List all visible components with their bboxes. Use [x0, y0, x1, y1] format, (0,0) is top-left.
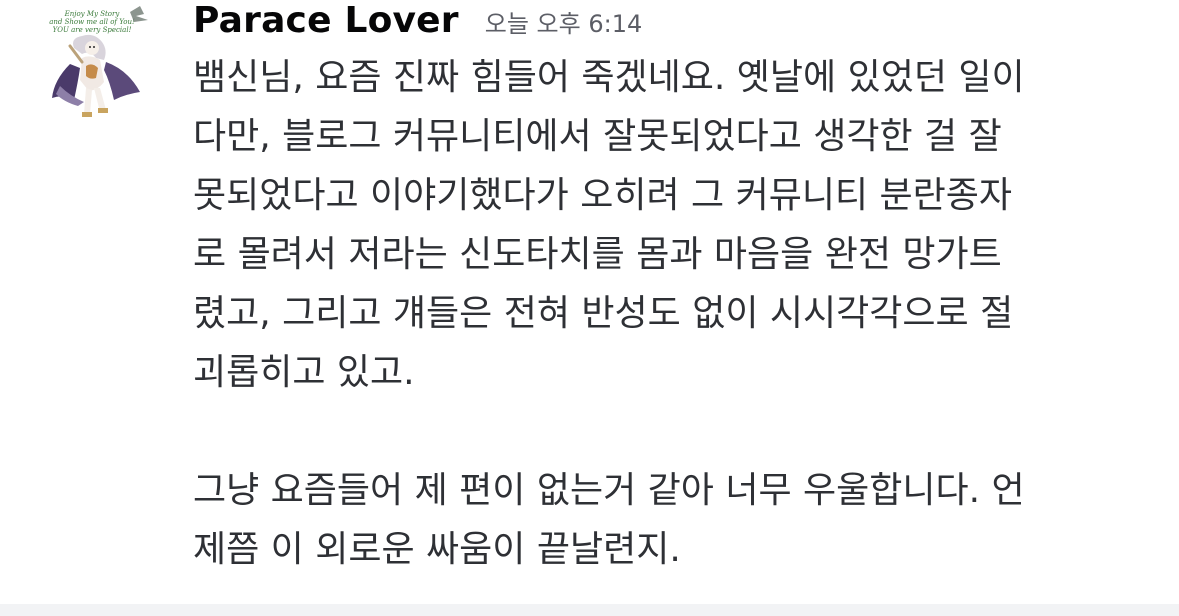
avatar[interactable]: Enjoy My Story and Show me all of You! Y… [30, 2, 156, 120]
message-content: Parace Lover 오늘 오후 6:14 뱀신님, 요즘 진짜 힘들어 죽… [193, 0, 1163, 579]
message-paragraph: 뱀신님, 요즘 진짜 힘들어 죽겠네요. 옛날에 있었던 일이 다만, 블로그 … [193, 48, 1163, 402]
message-line: 렸고, 그리고 걔들은 전혀 반성도 없이 시시각각으로 절 [193, 293, 1014, 334]
message-line: 다만, 블로그 커뮤니티에서 잘못되었다고 생각한 걸 잘 [193, 116, 1002, 157]
svg-text:and Show me all of You!: and Show me all of You! [49, 18, 135, 26]
message-header: Parace Lover 오늘 오후 6:14 [193, 0, 1163, 42]
avatar-caption: Enjoy My Story and Show me all of You! Y… [49, 10, 135, 34]
avatar-image: Enjoy My Story and Show me all of You! Y… [49, 6, 148, 117]
message-body: 뱀신님, 요즘 진짜 힘들어 죽겠네요. 옛날에 있었던 일이 다만, 블로그 … [193, 48, 1163, 579]
message-line: 괴롭히고 있고. [193, 352, 415, 393]
svg-text:Enjoy My Story: Enjoy My Story [64, 10, 121, 18]
message-line: 그냥 요즘들어 제 편이 없는거 같아 너무 우울합니다. 언 [193, 470, 1025, 511]
divider-strip [0, 604, 1179, 616]
message-paragraph: 그냥 요즘들어 제 편이 없는거 같아 너무 우울합니다. 언 제쯤 이 외로운… [193, 461, 1163, 579]
message-line: 제쯤 이 외로운 싸움이 끝날련지. [193, 529, 681, 570]
message-line: 로 몰려서 저라는 신도타치를 몸과 마음을 완전 망가트 [193, 234, 1002, 275]
chat-message: Enjoy My Story and Show me all of You! Y… [0, 0, 1179, 604]
message-line: 뱀신님, 요즘 진짜 힘들어 죽겠네요. 옛날에 있었던 일이 [193, 57, 1025, 98]
username[interactable]: Parace Lover [193, 0, 459, 42]
svg-text:YOU are very Special!: YOU are very Special! [53, 26, 132, 34]
message-line: 못되었다고 이야기했다가 오히려 그 커뮤니티 분란종자 [193, 175, 1012, 216]
timestamp[interactable]: 오늘 오후 6:14 [485, 3, 642, 45]
